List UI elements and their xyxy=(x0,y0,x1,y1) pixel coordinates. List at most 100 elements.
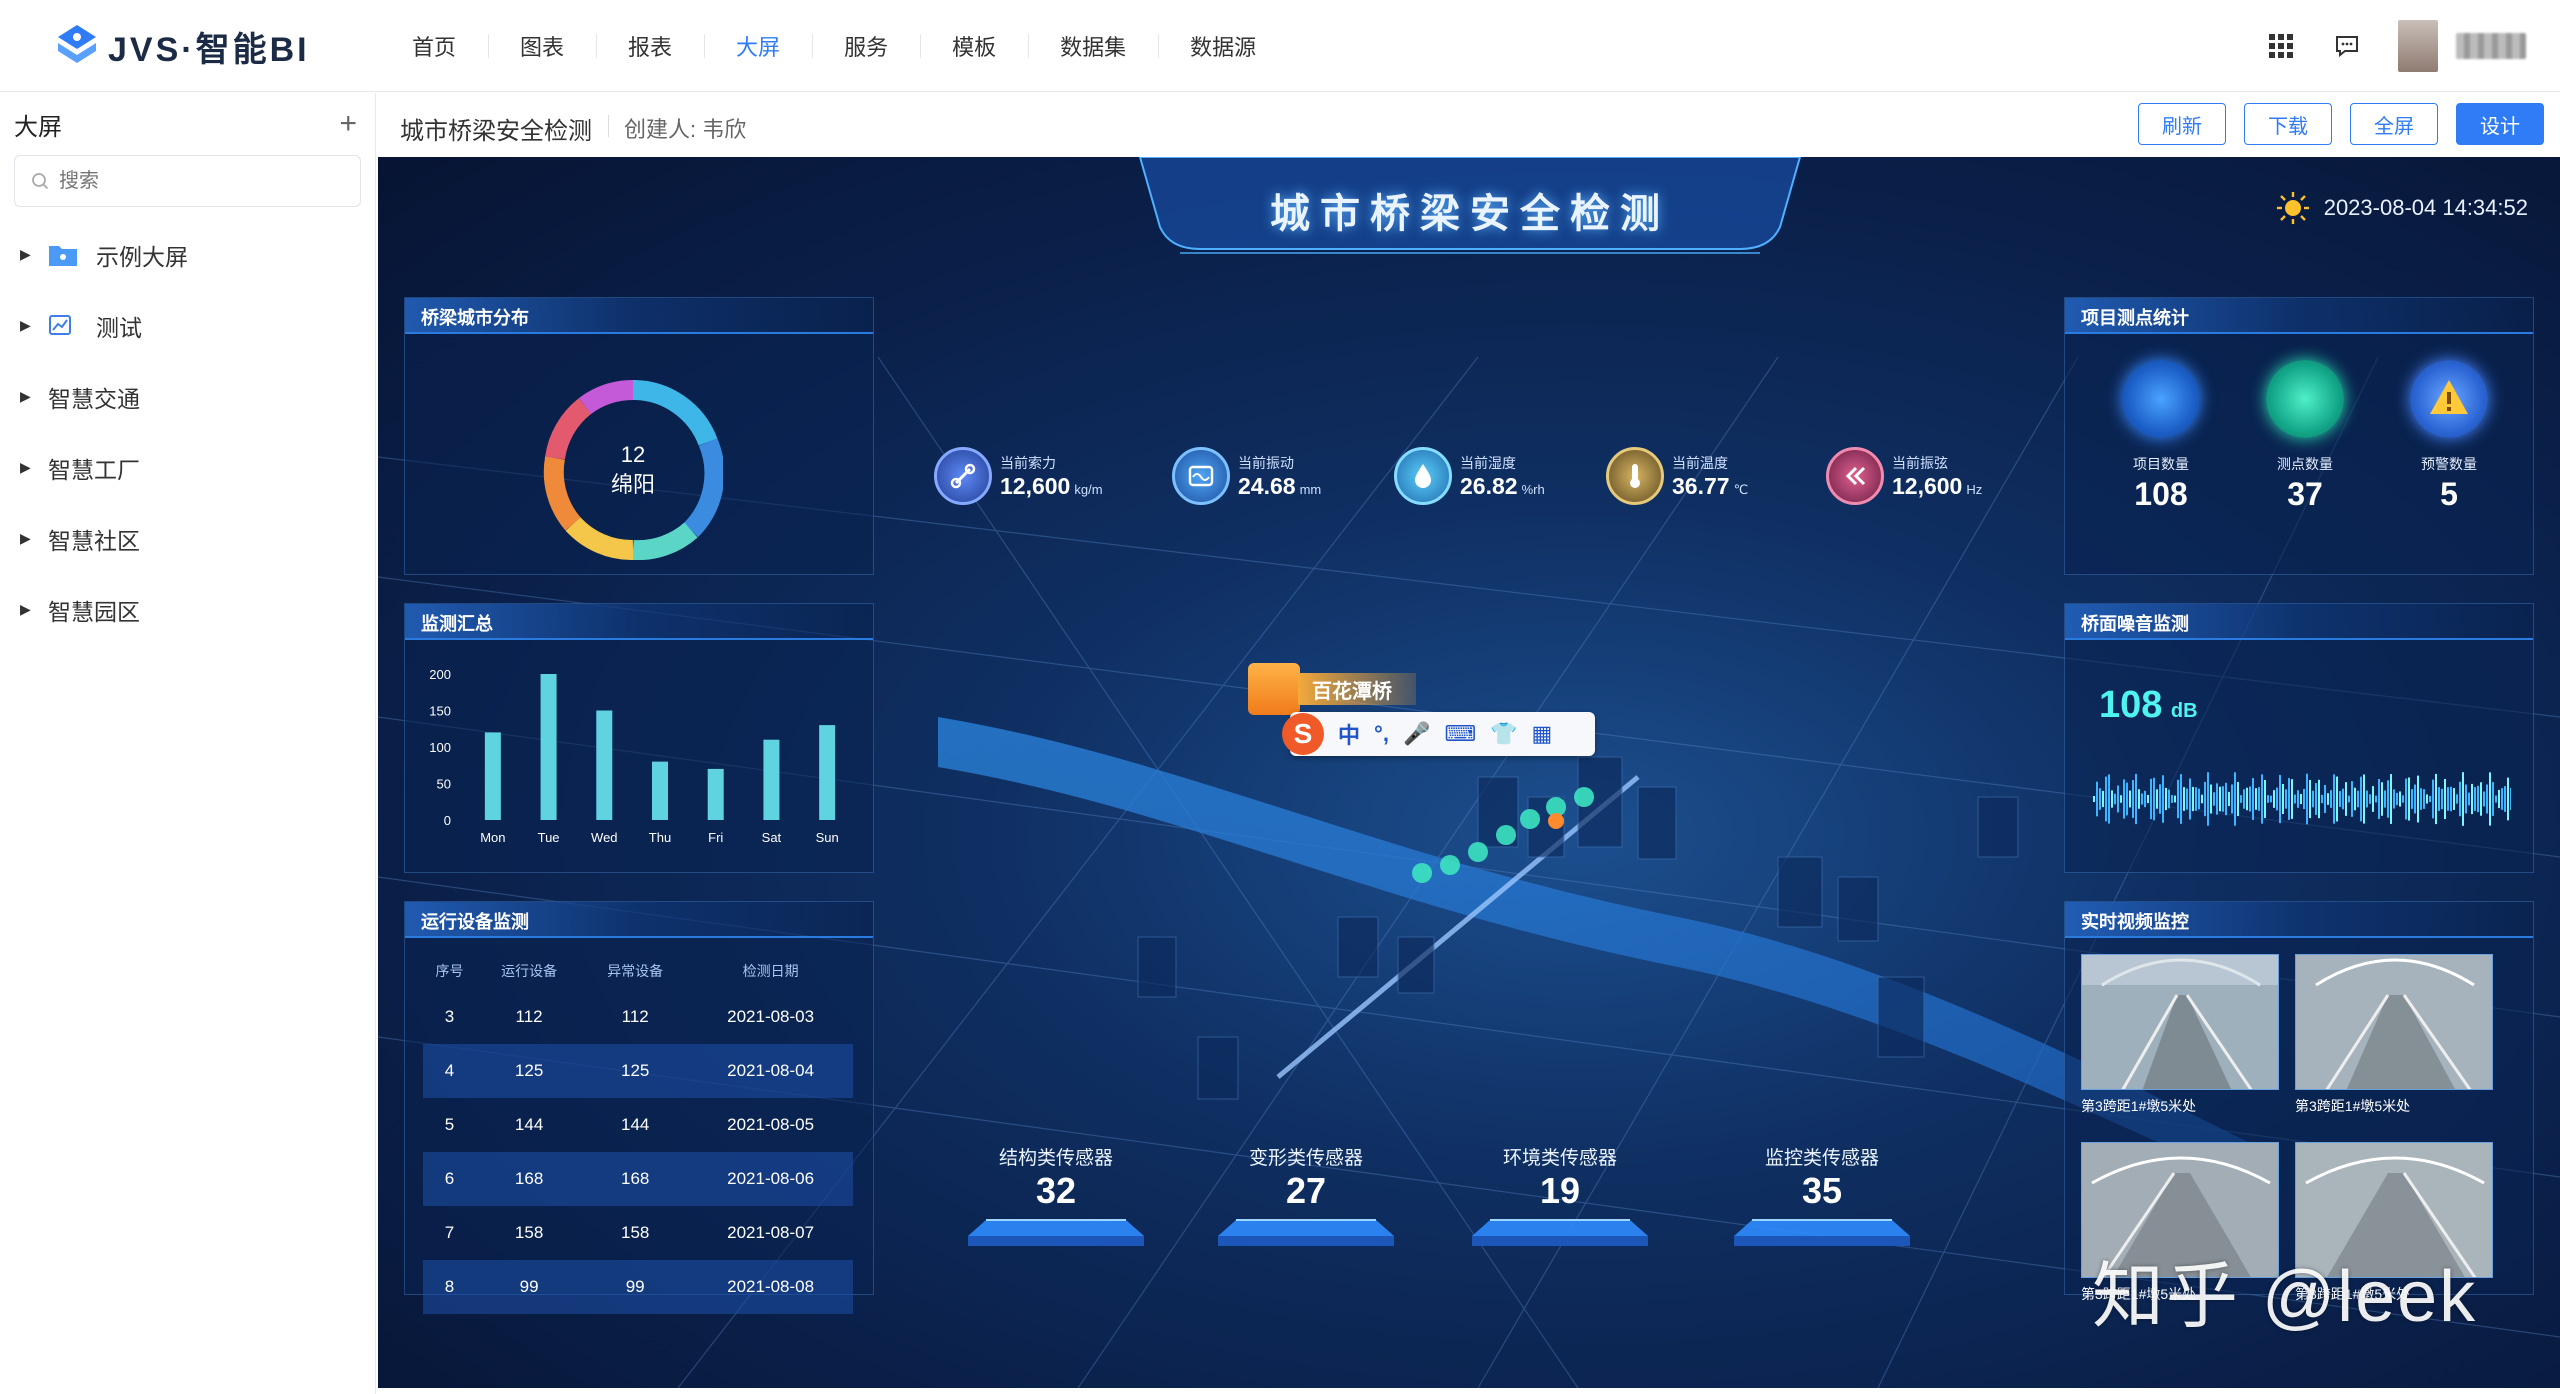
wave-bar xyxy=(2102,790,2104,808)
wave-bar xyxy=(2354,787,2356,811)
content-header: 城市桥梁安全检测 创建人: 韦欣 刷新 下载 全屏 设计 xyxy=(378,93,2560,156)
metric-temperature: 当前温度 36.77 ℃ xyxy=(1606,447,1748,505)
nav-item-datasets[interactable]: 数据集 xyxy=(1028,0,1158,92)
avatar[interactable] xyxy=(2398,20,2438,72)
app-logo[interactable]: JVS·智能BI xyxy=(52,20,310,72)
bar xyxy=(763,739,780,820)
toolbox-icon[interactable]: ▦ xyxy=(1532,721,1553,747)
wave-bar xyxy=(2498,789,2500,809)
refresh-button[interactable]: 刷新 xyxy=(2138,103,2226,145)
header-actions: 刷新 下载 全屏 设计 xyxy=(2138,103,2544,145)
wave-bar xyxy=(2495,795,2497,803)
wave-bar xyxy=(2147,794,2149,804)
nav-item-home[interactable]: 首页 xyxy=(380,0,488,92)
table-row: 7 158 158 2021-08-07 xyxy=(423,1206,853,1260)
water-drop-icon xyxy=(1394,447,1452,505)
nav-item-datasources[interactable]: 数据源 xyxy=(1158,0,1288,92)
search-input[interactable] xyxy=(59,169,359,193)
tree-item-community[interactable]: ▶ 智慧社区 xyxy=(0,503,375,574)
tree-item-park[interactable]: ▶ 智慧园区 xyxy=(0,574,375,645)
bridge-marker[interactable]: 百花潭桥 xyxy=(1248,663,1416,715)
wave-bar xyxy=(2300,793,2302,805)
sensor-monitoring: 监控类传感器 35 xyxy=(1722,1143,1922,1257)
noise-waveform xyxy=(2093,772,2511,826)
metric-unit: kg/m xyxy=(1074,481,1103,497)
table-cell: 158 xyxy=(621,1223,650,1242)
bar xyxy=(596,710,613,820)
keyboard-icon[interactable]: ⌨ xyxy=(1444,721,1476,747)
wave-bar xyxy=(2180,774,2182,824)
wave-bar xyxy=(2213,792,2215,806)
sensor-label: 监控类传感器 xyxy=(1764,1148,1879,1169)
top-navbar: JVS·智能BI 首页 图表 报表 大屏 服务 模板 数据集 数据源 xyxy=(0,0,2560,92)
metric-unit: Hz xyxy=(1966,481,1983,497)
wave-bar xyxy=(2093,796,2095,802)
caret-right-icon[interactable]: ▶ xyxy=(20,317,48,334)
tree-item-label: 示例大屏 xyxy=(96,243,188,270)
nav-item-services[interactable]: 服务 xyxy=(812,0,920,92)
ime-toolbar[interactable]: S 中 °, 🎤 ⌨ 👕 ▦ xyxy=(1282,712,1595,756)
design-button[interactable]: 设计 xyxy=(2456,103,2544,145)
add-icon[interactable]: + xyxy=(339,107,357,141)
sensor-structural: 结构类传感器 32 xyxy=(956,1143,1156,1257)
wave-bar xyxy=(2171,795,2173,803)
table-cell: 2021-08-08 xyxy=(688,1260,853,1314)
skin-icon[interactable]: 👕 xyxy=(1490,721,1517,747)
wave-bar xyxy=(2411,789,2413,809)
camera-feed[interactable] xyxy=(2081,954,2279,1090)
panel-title: 实时视频监控 xyxy=(2081,912,2189,932)
caret-right-icon[interactable]: ▶ xyxy=(20,388,48,405)
x-tick-label: Tue xyxy=(538,830,560,845)
microphone-icon[interactable]: 🎤 xyxy=(1403,721,1430,747)
device-table: 序号 运行设备 异常设备 检测日期 3 112 112 2021-08-03 4 125… xyxy=(423,952,853,1314)
tree-item-traffic[interactable]: ▶ 智慧交通 xyxy=(0,361,375,432)
tree-item-factory[interactable]: ▶ 智慧工厂 xyxy=(0,432,375,503)
wave-bar xyxy=(2426,794,2428,804)
caret-right-icon[interactable]: ▶ xyxy=(20,246,48,263)
app-grid-icon[interactable] xyxy=(2266,31,2296,61)
caret-right-icon[interactable]: ▶ xyxy=(20,459,48,476)
camera-feed[interactable] xyxy=(2295,954,2493,1090)
bar xyxy=(540,674,557,820)
table-cell: 99 xyxy=(582,1260,689,1314)
fullscreen-button[interactable]: 全屏 xyxy=(2350,103,2438,145)
table-header: 检测日期 xyxy=(742,963,799,979)
wave-bar xyxy=(2510,787,2511,811)
pedestal-icon xyxy=(1734,1219,1910,1246)
nav-item-templates[interactable]: 模板 xyxy=(920,0,1028,92)
wave-bar xyxy=(2408,777,2410,821)
tree-item-example[interactable]: ▶ 示例大屏 xyxy=(0,219,375,290)
caret-right-icon[interactable]: ▶ xyxy=(20,601,48,618)
user-menu[interactable] xyxy=(2398,20,2526,72)
wave-bar xyxy=(2312,790,2314,808)
wave-bar xyxy=(2159,784,2161,814)
nav-item-reports[interactable]: 报表 xyxy=(596,0,704,92)
message-icon[interactable] xyxy=(2332,31,2362,61)
dashboard-title: 城市桥梁安全检测 xyxy=(1270,192,1670,236)
nav-item-charts[interactable]: 图表 xyxy=(488,0,596,92)
metric-unit: mm xyxy=(1299,481,1322,497)
sogou-logo-icon[interactable]: S xyxy=(1282,713,1324,755)
ime-chinese-mode[interactable]: 中 xyxy=(1338,718,1360,750)
wave-bar xyxy=(2117,785,2119,813)
table-cell: 112 xyxy=(515,1007,543,1026)
caret-right-icon[interactable]: ▶ xyxy=(20,530,48,547)
wave-bar xyxy=(2378,779,2380,819)
tree-item-test[interactable]: ▶ 测试 xyxy=(0,290,375,361)
table-cell: 125 xyxy=(582,1044,689,1098)
wave-bar xyxy=(2177,779,2179,819)
wave-bar xyxy=(2417,775,2419,823)
nav-item-bigscreen[interactable]: 大屏 xyxy=(704,0,812,92)
logo-text: JVS·智能BI xyxy=(108,30,310,69)
sidebar-title: 大屏 xyxy=(14,113,62,141)
vibration-icon xyxy=(1172,447,1230,505)
table-cell: 99 xyxy=(476,1260,583,1314)
wave-bar xyxy=(2294,794,2296,804)
wave-bar xyxy=(2405,778,2407,820)
stat-warnings: 预警数量 5 xyxy=(2379,360,2519,513)
wave-bar xyxy=(2381,782,2383,816)
wave-bar xyxy=(2168,789,2170,809)
download-button[interactable]: 下载 xyxy=(2244,103,2332,145)
x-tick-label: Mon xyxy=(480,830,505,845)
ime-punctuation-icon[interactable]: °, xyxy=(1374,721,1389,747)
